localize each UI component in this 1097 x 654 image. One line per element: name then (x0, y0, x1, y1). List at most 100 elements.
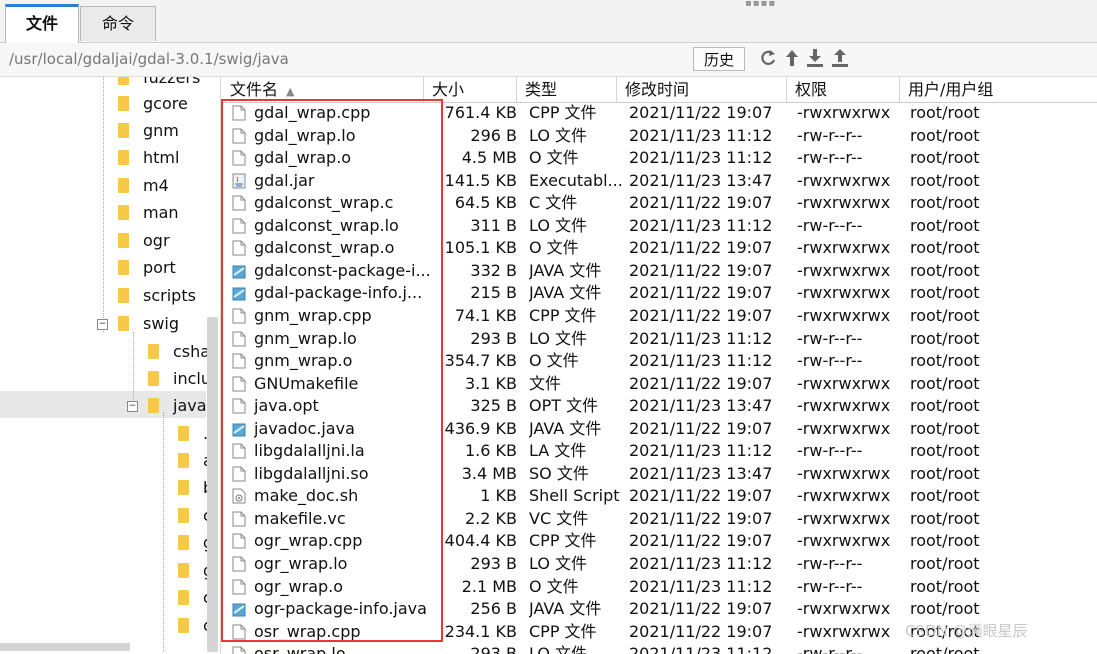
file-row[interactable]: ogr_wrap.cpp 404.4 KB CPP 文件 2021/11/22 19:… (222, 530, 1022, 553)
file-type: SO 文件 (529, 463, 589, 483)
history-button[interactable]: 历史 (693, 47, 745, 71)
file-permissions: -rwxrwxrwx (797, 238, 891, 258)
file-permissions: -rw-r--r-- (797, 125, 863, 145)
file-permissions: -rwxrwxrwx (797, 599, 891, 619)
refresh-icon[interactable] (758, 47, 778, 69)
download-icon[interactable] (805, 47, 825, 69)
file-row[interactable]: gnm_wrap.lo 293 B LO 文件 2021/11/23 11:12 -rw… (222, 328, 1022, 351)
up-arrow-icon[interactable] (782, 47, 802, 69)
tree-item[interactable]: fuzzers (118, 77, 200, 91)
file-row[interactable]: gdal_wrap.o 4.5 MB O 文件 2021/11/23 11:12 -rw… (222, 147, 1022, 170)
resize-grip-icon[interactable]: ▪▪▪▪ (745, 0, 776, 9)
file-row[interactable]: gdal.jar 141.5 KB Executabl... 2021/11/23 1… (222, 170, 1022, 193)
tree-item-swig[interactable]: swig (118, 311, 179, 337)
jar-icon (232, 173, 246, 189)
tree-item[interactable]: csha (148, 339, 210, 365)
file-row[interactable]: GNUmakefile 3.1 KB 文件 2021/11/22 19:07 -rwxr… (222, 373, 1022, 396)
tab-commands[interactable]: 命令 (80, 6, 156, 41)
file-type: OPT 文件 (529, 396, 599, 416)
file-size: 105.1 KB (444, 238, 517, 258)
folder-icon (148, 398, 159, 413)
file-name: libgdalalljni.la (254, 441, 365, 461)
upload-icon[interactable] (830, 47, 850, 69)
file-permissions: -rw-r--r-- (797, 215, 863, 235)
file-row[interactable]: ogr-package-info.java 256 B JAVA 文件 2021/11… (222, 598, 1022, 621)
file-row[interactable]: gnm_wrap.o 354.7 KB O 文件 2021/11/23 11:12 -r… (222, 350, 1022, 373)
file-row[interactable]: osr_wrap.lo 293 B LO 文件 2021/11/23 11:12 -rw… (222, 643, 1022, 654)
file-permissions: -rw-r--r-- (797, 328, 863, 348)
file-owner: root/root (910, 418, 980, 438)
collapse-icon[interactable]: − (97, 319, 108, 330)
file-permissions: -rwxrwxrwx (797, 396, 891, 416)
file-name: ogr_wrap.lo (254, 554, 348, 573)
file-type: O 文件 (529, 238, 579, 258)
tree-item[interactable]: inclu (148, 366, 211, 392)
file-row[interactable]: gdal_wrap.lo 296 B LO 文件 2021/11/23 11:12 -r… (222, 125, 1022, 148)
file-permissions: -rw-r--r-- (797, 441, 863, 461)
column-header-owner[interactable]: 用户/用户组 (900, 77, 1097, 102)
file-row[interactable]: gdal-package-info.j... 215 B JAVA 文件 2021/1… (222, 282, 1022, 305)
tree-item[interactable]: gcore (118, 91, 188, 117)
tree-vertical-scrollbar[interactable] (207, 317, 218, 652)
file-row[interactable]: gdalconst-package-i... 332 B JAVA 文件 2021/1… (222, 260, 1022, 283)
file-mtime: 2021/11/23 11:12 (629, 328, 773, 348)
file-row[interactable]: libgdalalljni.so 3.4 MB SO 文件 2021/11/23 13… (222, 463, 1022, 486)
file-type: Shell Script (529, 486, 620, 506)
java-file-icon (232, 263, 246, 279)
column-header-permissions[interactable]: 权限 (787, 77, 900, 102)
file-row[interactable]: gdalconst_wrap.c 64.5 KB C 文件 2021/11/22 19… (222, 192, 1022, 215)
file-row[interactable]: ogr_wrap.o 2.1 MB O 文件 2021/11/23 11:12 -rw-… (222, 576, 1022, 599)
file-owner: root/root (910, 351, 980, 371)
file-owner: root/root (910, 125, 980, 145)
file-row[interactable]: gdal_wrap.cpp 761.4 KB CPP 文件 2021/11/22 19… (222, 102, 1022, 125)
file-size: 2.2 KB (465, 508, 517, 528)
file-row[interactable]: osr_wrap.cpp 234.1 KB CPP 文件 2021/11/22 19:… (222, 621, 1022, 644)
folder-icon (118, 178, 129, 193)
file-size: 404.4 KB (444, 531, 517, 551)
file-row[interactable]: make_doc.sh 1 KB Shell Script 2021/11/22 19… (222, 485, 1022, 508)
tree-horizontal-scrollbar[interactable] (0, 643, 130, 651)
sort-ascending-icon: ▲ (286, 85, 295, 98)
tree-item[interactable]: scripts (118, 283, 196, 309)
tree-item[interactable]: port (118, 255, 176, 281)
current-path[interactable]: /usr/local/gdaljai/gdal-3.0.1/swig/java (9, 50, 289, 68)
file-permissions: -rwxrwxrwx (797, 283, 891, 303)
file-type: CPP 文件 (529, 103, 597, 122)
file-row[interactable]: makefile.vc 2.2 KB VC 文件 2021/11/22 19:07 -r… (222, 508, 1022, 531)
java-file-icon (232, 285, 246, 301)
file-row[interactable]: gdalconst_wrap.lo 311 B LO 文件 2021/11/23 11… (222, 215, 1022, 238)
tree-item[interactable]: m4 (118, 173, 169, 199)
file-row[interactable]: javadoc.java 436.9 KB JAVA 文件 2021/11/22 19… (222, 418, 1022, 441)
tree-item[interactable]: . (178, 421, 208, 447)
tree-item[interactable]: gnm (118, 118, 179, 144)
file-row[interactable]: gnm_wrap.cpp 74.1 KB CPP 文件 2021/11/22 19:0… (222, 305, 1022, 328)
folder-icon (118, 123, 129, 138)
file-type: VC 文件 (529, 508, 589, 528)
file-row[interactable]: java.opt 325 B OPT 文件 2021/11/23 13:47 -rwxr… (222, 395, 1022, 418)
file-list[interactable]: 文件名 ▲ 大小 类型 修改时间 权限 用户/用户组 gdal_wrap.cpp 7… (222, 77, 1097, 654)
file-owner: root/root (910, 103, 980, 122)
directory-tree[interactable]: fuzzers gcore gnm html m4 man ogr port s… (0, 77, 221, 654)
tree-item[interactable]: man (118, 200, 179, 226)
column-header-size[interactable]: 大小 (424, 77, 517, 102)
file-permissions: -rw-r--r-- (797, 576, 863, 596)
file-row[interactable]: ogr_wrap.lo 293 B LO 文件 2021/11/23 11:12 -rw… (222, 553, 1022, 576)
collapse-icon[interactable]: − (127, 401, 138, 412)
file-name: gdal-package-info.j... (254, 283, 423, 303)
column-header-name[interactable]: 文件名 ▲ (222, 77, 424, 102)
file-name: GNUmakefile (254, 373, 359, 393)
tab-files[interactable]: 文件 (5, 4, 79, 45)
column-header-type[interactable]: 类型 (517, 77, 617, 102)
file-size: 293 B (470, 554, 517, 573)
file-row[interactable]: gdalconst_wrap.o 105.1 KB O 文件 2021/11/22 1… (222, 237, 1022, 260)
column-header-mtime[interactable]: 修改时间 (617, 77, 787, 102)
tree-item[interactable]: html (118, 145, 179, 171)
file-mtime: 2021/11/22 19:07 (629, 531, 773, 551)
file-mtime: 2021/11/23 13:47 (629, 170, 773, 190)
tree-item[interactable]: ogr (118, 228, 170, 254)
folder-icon (178, 535, 189, 550)
file-permissions: -rwxrwxrwx (797, 621, 891, 641)
file-name: ogr_wrap.o (254, 576, 344, 596)
tree-item-java[interactable]: java (148, 393, 207, 419)
file-row[interactable]: libgdalalljni.la 1.6 KB LA 文件 2021/11/23 11… (222, 440, 1022, 463)
